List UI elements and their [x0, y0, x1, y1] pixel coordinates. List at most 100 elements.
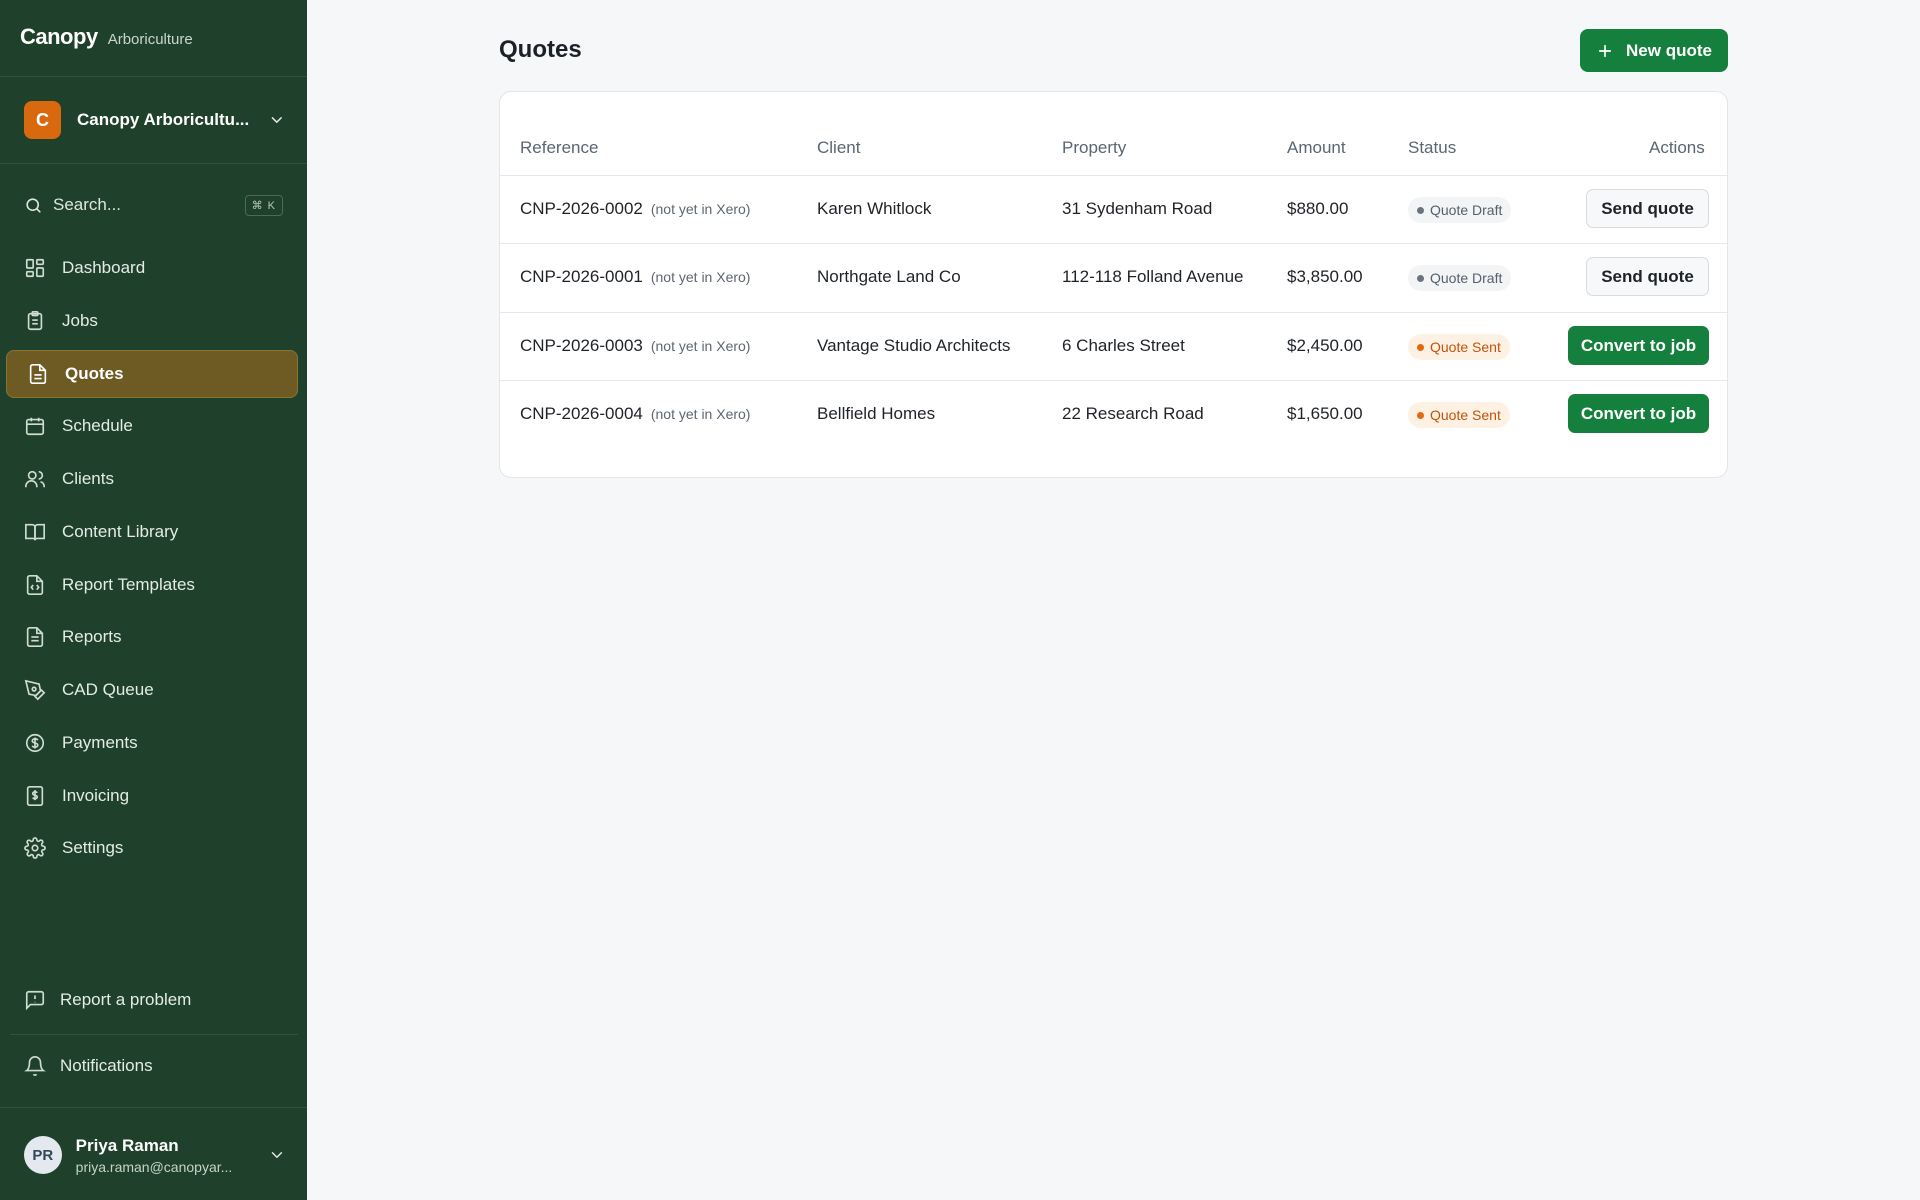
- search-placeholder: Search...: [53, 195, 122, 214]
- org-avatar: C: [24, 101, 62, 139]
- brand-name: Canopy: [20, 24, 98, 49]
- divider: [10, 1034, 298, 1035]
- file-text-icon: [24, 626, 46, 648]
- status-badge: Quote Sent: [1408, 402, 1510, 428]
- column-header-reference[interactable]: Reference: [520, 138, 598, 158]
- reference-text: CNP-2026-0002: [520, 199, 643, 218]
- file-code-icon: [24, 574, 46, 596]
- status-dot: [1417, 206, 1424, 214]
- quote-reference[interactable]: CNP-2026-0001 (not yet in Xero): [520, 267, 750, 287]
- quote-amount: $2,450.00: [1287, 336, 1363, 355]
- chevron-down-icon: [271, 1152, 283, 1158]
- reference-text: CNP-2026-0003: [520, 336, 643, 355]
- column-header-amount[interactable]: Amount: [1287, 138, 1346, 158]
- sidebar-item-label: Quotes: [65, 363, 124, 383]
- convert-to-job-button[interactable]: Convert to job: [1568, 394, 1709, 433]
- column-header-actions: Actions: [1649, 138, 1705, 157]
- search-icon: [26, 197, 41, 213]
- status-dot: [1417, 343, 1424, 351]
- status-badge: Quote Sent: [1408, 334, 1510, 360]
- sidebar-item-label: Settings: [62, 838, 124, 858]
- xero-note: (not yet in Xero): [650, 201, 751, 217]
- client-name: Karen Whitlock: [817, 199, 932, 218]
- sidebar-item-quotes[interactable]: Quotes: [6, 349, 298, 398]
- quotes-table: Reference Client Property Amount Status …: [499, 91, 1728, 478]
- sidebar-item-cad-queue[interactable]: CAD Queue: [6, 666, 298, 714]
- client-name: Northgate Land Co: [817, 267, 961, 286]
- sidebar-item-label: Jobs: [62, 310, 98, 330]
- page-title: Quotes: [499, 36, 582, 63]
- search-input[interactable]: Search... ⌘ K: [24, 192, 283, 218]
- status-badge: Quote Draft: [1408, 197, 1512, 223]
- users-icon: [24, 468, 46, 490]
- dashboard-icon: [24, 257, 46, 279]
- quote-reference[interactable]: CNP-2026-0004 (not yet in Xero): [520, 404, 750, 424]
- reference-text: CNP-2026-0001: [520, 267, 643, 286]
- brand[interactable]: Canopy Arboriculture: [20, 24, 193, 50]
- xero-note: (not yet in Xero): [650, 269, 751, 285]
- pen-tool-icon: [24, 679, 46, 701]
- status-text: Quote Draft: [1430, 202, 1503, 218]
- notifications-label: Notifications: [60, 1056, 153, 1075]
- property-address: 22 Research Road: [1062, 404, 1204, 423]
- sidebar-item-payments[interactable]: Payments: [6, 719, 298, 767]
- quote-reference[interactable]: CNP-2026-0003 (not yet in Xero): [520, 336, 750, 356]
- sidebar-item-label: Content Library: [62, 521, 179, 541]
- column-header-property[interactable]: Property: [1062, 138, 1126, 158]
- user-email: priya.raman@canopyar...: [75, 1158, 233, 1175]
- sidebar-item-clients[interactable]: Clients: [6, 455, 298, 503]
- send-quote-button[interactable]: Send quote: [1586, 189, 1709, 228]
- row-divider: [500, 243, 1727, 244]
- quote-amount: $880.00: [1287, 199, 1349, 218]
- row-divider: [500, 175, 1727, 176]
- xero-note: (not yet in Xero): [650, 406, 751, 422]
- sidebar: Canopy Arboriculture C Canopy Arboricult…: [0, 0, 307, 1200]
- new-quote-button[interactable]: New quote: [1580, 29, 1728, 72]
- divider: [0, 1107, 307, 1108]
- user-info: Priya Raman priya.raman@canopyar...: [76, 1136, 254, 1175]
- property-address: 6 Charles Street: [1062, 336, 1185, 355]
- org-name: Canopy Arboricultu...: [77, 110, 250, 129]
- report-problem-label: Report a problem: [60, 990, 192, 1009]
- status-dot: [1417, 411, 1424, 419]
- sidebar-nav: Dashboard Jobs Quotes Schedule Clients C…: [6, 244, 298, 877]
- sidebar-item-reports[interactable]: Reports: [6, 613, 298, 661]
- sidebar-item-schedule[interactable]: Schedule: [6, 402, 298, 450]
- bell-icon: [24, 1056, 46, 1076]
- sidebar-item-label: Invoicing: [62, 785, 130, 805]
- notifications-link[interactable]: Notifications: [24, 1051, 153, 1081]
- sidebar-item-report-templates[interactable]: Report Templates: [6, 561, 298, 609]
- client-name: Bellfield Homes: [817, 404, 936, 423]
- brand-subtitle: Arboriculture: [107, 31, 193, 48]
- user-name: Priya Raman: [75, 1135, 179, 1155]
- property-address: 31 Sydenham Road: [1062, 199, 1213, 218]
- calendar-icon: [24, 415, 46, 437]
- quote-reference[interactable]: CNP-2026-0002 (not yet in Xero): [520, 199, 750, 219]
- clipboard-icon: [24, 310, 46, 332]
- report-problem-link[interactable]: Report a problem: [24, 985, 191, 1015]
- search-shortcut: ⌘ K: [244, 194, 283, 216]
- sidebar-item-invoicing[interactable]: Invoicing: [6, 772, 298, 820]
- invoice-icon: [24, 785, 46, 807]
- sidebar-item-settings[interactable]: Settings: [6, 824, 298, 872]
- sidebar-item-label: Payments: [62, 732, 138, 752]
- book-icon: [24, 521, 46, 543]
- column-header-status[interactable]: Status: [1408, 138, 1456, 158]
- reference-text: CNP-2026-0004: [520, 404, 643, 423]
- status-text: Quote Sent: [1430, 339, 1501, 355]
- status-text: Quote Draft: [1430, 270, 1503, 286]
- user-menu[interactable]: PR Priya Raman priya.raman@canopyar...: [24, 1133, 286, 1177]
- avatar: PR: [24, 1136, 62, 1174]
- sidebar-item-content-library[interactable]: Content Library: [6, 508, 298, 556]
- org-switcher[interactable]: C Canopy Arboricultu...: [24, 100, 286, 140]
- status-dot: [1417, 274, 1424, 282]
- property-address: 112-118 Folland Avenue: [1062, 267, 1244, 286]
- sidebar-item-label: Schedule: [62, 416, 133, 436]
- sidebar-item-dashboard[interactable]: Dashboard: [6, 244, 298, 292]
- convert-to-job-button[interactable]: Convert to job: [1568, 326, 1709, 365]
- column-header-client[interactable]: Client: [817, 138, 860, 158]
- send-quote-button[interactable]: Send quote: [1586, 257, 1709, 296]
- gear-icon: [24, 837, 46, 860]
- sidebar-item-jobs[interactable]: Jobs: [6, 297, 298, 345]
- sidebar-item-label: CAD Queue: [62, 680, 154, 699]
